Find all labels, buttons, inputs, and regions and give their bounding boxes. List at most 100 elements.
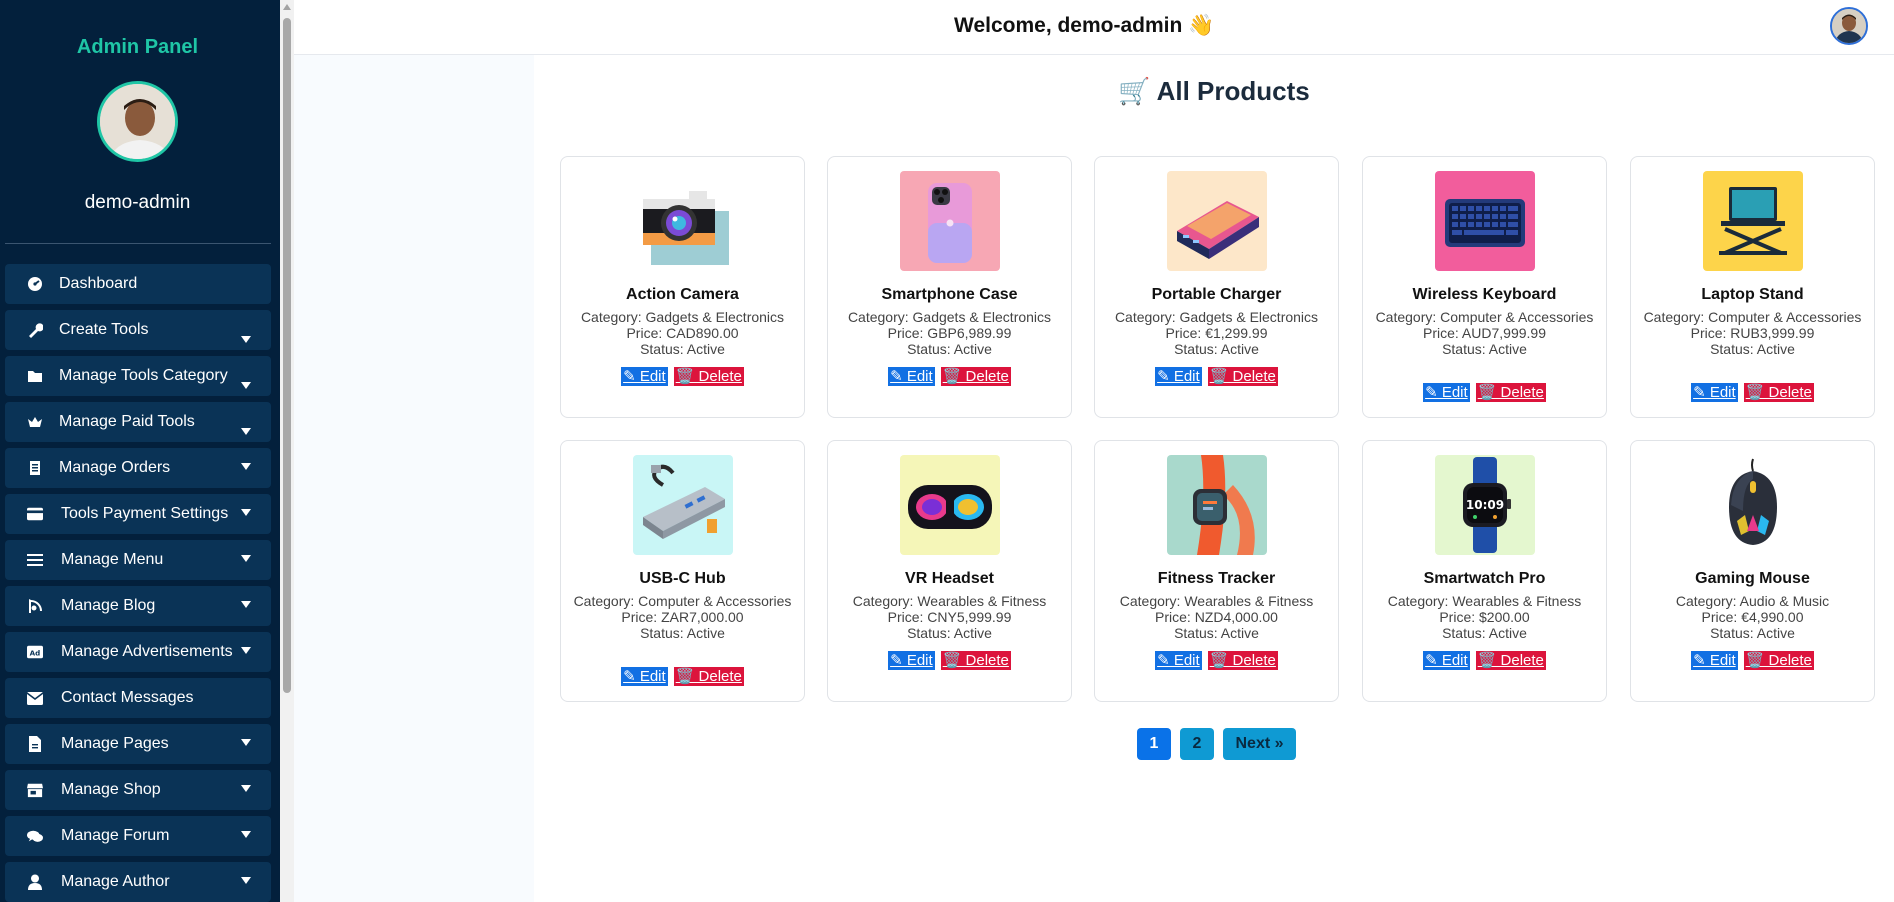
sidebar-item-label: Manage Forum bbox=[61, 827, 170, 844]
edit-button[interactable]: ✎ Edit bbox=[1423, 651, 1470, 670]
delete-button[interactable]: 🗑️ Delete bbox=[673, 667, 744, 686]
sidebar-item-label: Manage Pages bbox=[61, 735, 169, 752]
edit-button[interactable]: ✎ Edit bbox=[888, 651, 935, 670]
product-name: Laptop Stand bbox=[1701, 286, 1804, 303]
product-actions: ✎ Edit 🗑️ Delete bbox=[1363, 383, 1606, 402]
product-name: Fitness Tracker bbox=[1157, 570, 1276, 587]
product-card: Smartphone Case Category: Gadgets & Elec… bbox=[827, 156, 1072, 418]
product-price: Price: AUD7,999.99 bbox=[1423, 325, 1546, 341]
receipt-icon bbox=[27, 460, 43, 476]
sidebar-item-label: Manage Advertisements bbox=[61, 643, 233, 660]
product-details: Category: Gadgets & Electronics Price: €… bbox=[1105, 309, 1328, 357]
product-details: Category: Computer & Accessories Price: … bbox=[571, 593, 794, 641]
delete-button[interactable]: 🗑️ Delete bbox=[1207, 651, 1278, 670]
sidebar-item-create-tools[interactable]: Create Tools bbox=[5, 310, 271, 350]
usb-hub-image bbox=[633, 455, 733, 555]
product-name: Smartphone Case bbox=[881, 286, 1018, 303]
sidebar-item-manage-author[interactable]: Manage Author bbox=[5, 862, 271, 902]
chevron-down-icon bbox=[241, 336, 251, 343]
product-status: Status: Active bbox=[640, 341, 725, 357]
product-details: Category: Wearables & Fitness Price: CNY… bbox=[838, 593, 1061, 641]
product-price: Price: CAD890.00 bbox=[626, 325, 739, 341]
laptop-stand-image bbox=[1703, 171, 1803, 271]
sidebar-item-manage-forum[interactable]: Manage Forum bbox=[5, 816, 271, 856]
delete-button[interactable]: 🗑️ Delete bbox=[1475, 651, 1546, 670]
chevron-down-icon bbox=[241, 877, 251, 884]
sidebar-item-manage-pages[interactable]: Manage Pages bbox=[5, 724, 271, 764]
chevron-down-icon bbox=[241, 739, 251, 746]
ad-icon: Ad bbox=[27, 644, 43, 660]
next-page-button[interactable]: Next » bbox=[1223, 728, 1296, 760]
sidebar-item-contact-messages[interactable]: Contact Messages bbox=[5, 678, 271, 718]
edit-button[interactable]: ✎ Edit bbox=[1423, 383, 1470, 402]
camera-image bbox=[633, 171, 733, 271]
delete-button[interactable]: 🗑️ Delete bbox=[1475, 383, 1546, 402]
edit-button[interactable]: ✎ Edit bbox=[1691, 651, 1738, 670]
product-details: Category: Audio & Music Price: €4,990.00… bbox=[1641, 593, 1864, 641]
sidebar-item-tools-payment-settings[interactable]: Tools Payment Settings bbox=[5, 494, 271, 534]
sidebar-item-label: Manage Paid Tools bbox=[59, 413, 195, 430]
sidebar-item-manage-blog[interactable]: Manage Blog bbox=[5, 586, 271, 626]
product-status: Status: Active bbox=[1174, 625, 1259, 641]
product-actions: ✎ Edit 🗑️ Delete bbox=[1631, 383, 1874, 402]
product-actions: ✎ Edit 🗑️ Delete bbox=[561, 667, 804, 686]
smartwatch-image: 10:09 bbox=[1435, 455, 1535, 555]
page-2-button[interactable]: 2 bbox=[1180, 728, 1214, 760]
chevron-down-icon bbox=[241, 647, 251, 654]
sidebar-item-dashboard[interactable]: Dashboard bbox=[5, 264, 271, 304]
product-card: USB-C Hub Category: Computer & Accessori… bbox=[560, 440, 805, 702]
sidebar-scrollbar[interactable] bbox=[280, 0, 294, 902]
delete-button[interactable]: 🗑️ Delete bbox=[1743, 383, 1814, 402]
phone-case-image bbox=[900, 171, 1000, 271]
product-category: Category: Gadgets & Electronics bbox=[1114, 309, 1319, 325]
delete-button[interactable]: 🗑️ Delete bbox=[940, 367, 1011, 386]
product-status: Status: Active bbox=[640, 625, 725, 641]
product-category: Category: Gadgets & Electronics bbox=[580, 309, 785, 325]
dashboard-icon bbox=[27, 276, 43, 292]
sidebar-item-manage-paid-tools[interactable]: Manage Paid Tools bbox=[5, 402, 271, 442]
delete-button[interactable]: 🗑️ Delete bbox=[940, 651, 1011, 670]
sidebar-divider bbox=[5, 243, 271, 244]
page-1-button[interactable]: 1 bbox=[1137, 728, 1171, 760]
sidebar-title: Admin Panel bbox=[76, 36, 199, 58]
chevron-down-icon bbox=[241, 509, 251, 516]
edit-button[interactable]: ✎ Edit bbox=[888, 367, 935, 386]
product-name: VR Headset bbox=[905, 570, 994, 587]
edit-button[interactable]: ✎ Edit bbox=[621, 667, 668, 686]
product-status: Status: Active bbox=[907, 625, 992, 641]
edit-button[interactable]: ✎ Edit bbox=[1155, 367, 1202, 386]
sidebar-item-manage-advertisements[interactable]: Ad Manage Advertisements bbox=[5, 632, 271, 672]
user-avatar[interactable] bbox=[1830, 7, 1868, 45]
edit-button[interactable]: ✎ Edit bbox=[621, 367, 668, 386]
sidebar-item-manage-orders[interactable]: Manage Orders bbox=[5, 448, 271, 488]
product-name: Wireless Keyboard bbox=[1412, 286, 1557, 303]
sidebar-item-label: Manage Blog bbox=[61, 597, 156, 614]
scrollbar-thumb[interactable] bbox=[283, 18, 291, 693]
sidebar-item-manage-tools-category[interactable]: Manage Tools Category bbox=[5, 356, 271, 396]
sidebar-item-manage-shop[interactable]: Manage Shop bbox=[5, 770, 271, 810]
sidebar-item-label: Manage Shop bbox=[61, 781, 161, 798]
edit-button[interactable]: ✎ Edit bbox=[1691, 383, 1738, 402]
product-name: Gaming Mouse bbox=[1695, 570, 1810, 587]
product-status: Status: Active bbox=[1710, 625, 1795, 641]
product-details: Category: Computer & Accessories Price: … bbox=[1373, 309, 1596, 357]
product-name: Action Camera bbox=[626, 286, 739, 303]
scroll-up-icon[interactable] bbox=[283, 4, 291, 10]
envelope-icon bbox=[27, 690, 43, 706]
delete-button[interactable]: 🗑️ Delete bbox=[1743, 651, 1814, 670]
menu-icon bbox=[27, 552, 43, 568]
product-status: Status: Active bbox=[1710, 341, 1795, 357]
product-category: Category: Wearables & Fitness bbox=[1387, 593, 1582, 609]
delete-button[interactable]: 🗑️ Delete bbox=[1207, 367, 1278, 386]
welcome-message: Welcome, demo-admin 👋 bbox=[954, 14, 1215, 37]
product-status: Status: Active bbox=[907, 341, 992, 357]
sidebar-item-manage-menu[interactable]: Manage Menu bbox=[5, 540, 271, 580]
delete-button[interactable]: 🗑️ Delete bbox=[673, 367, 744, 386]
keyboard-image bbox=[1435, 171, 1535, 271]
product-actions: ✎ Edit 🗑️ Delete bbox=[828, 651, 1071, 670]
edit-button[interactable]: ✎ Edit bbox=[1155, 651, 1202, 670]
user-icon bbox=[27, 874, 43, 890]
product-category: Category: Computer & Accessories bbox=[1375, 309, 1594, 325]
product-price: Price: RUB3,999.99 bbox=[1690, 325, 1815, 341]
product-status: Status: Active bbox=[1442, 625, 1527, 641]
